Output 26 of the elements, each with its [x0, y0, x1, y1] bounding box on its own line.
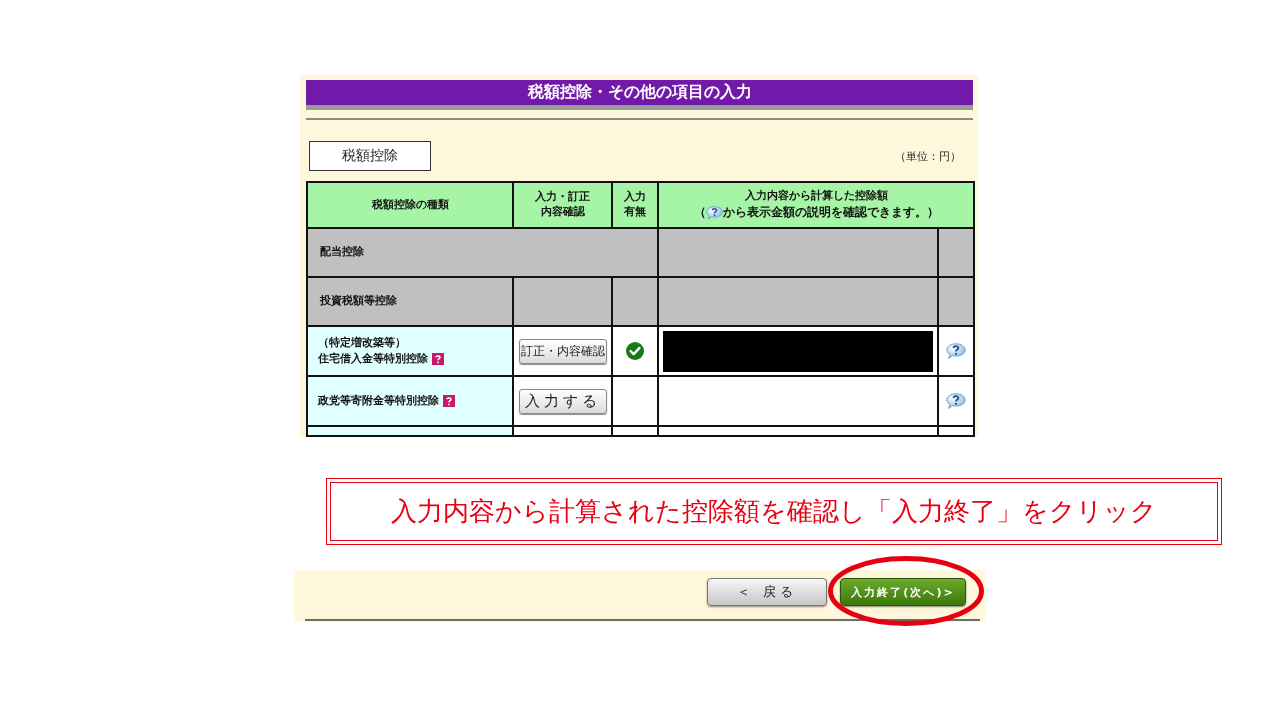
- column-header: 入力内容から計算した控除額: [744, 189, 888, 205]
- column-header-note: （: [693, 204, 706, 221]
- deduction-name: 政党等寄附金等特別控除: [318, 392, 439, 409]
- back-button[interactable]: ＜ 戻る: [707, 578, 827, 606]
- help-bubble-icon[interactable]: [705, 205, 723, 220]
- deduction-name: 住宅借入金等特別控除: [318, 351, 428, 367]
- deduction-name: （特定増改築等）: [318, 334, 406, 351]
- column-header: 入力: [624, 190, 646, 205]
- column-header: 内容確認: [540, 205, 585, 220]
- help-icon[interactable]: [432, 353, 444, 366]
- column-header: 入力・訂正: [535, 190, 590, 205]
- deduction-name: 配当控除: [320, 244, 364, 261]
- section-label: 税額控除: [309, 141, 431, 171]
- row-action-button[interactable]: 訂正・内容確認: [518, 338, 607, 364]
- column-header: 税額控除の種類: [371, 197, 449, 213]
- unit-note: （単位：円）: [895, 148, 961, 164]
- instruction-callout: 入力内容から計算された控除額を確認し「入力終了」をクリック: [326, 478, 1222, 545]
- help-bubble-icon[interactable]: [946, 393, 966, 409]
- help-bubble-icon[interactable]: [946, 343, 966, 359]
- deduction-name: 投資税額等控除: [320, 293, 397, 310]
- row-action-button[interactable]: 入力する: [518, 388, 607, 414]
- page-title: 税額控除・その他の項目の入力: [306, 80, 973, 111]
- next-button[interactable]: 入力終了(次へ)>: [840, 578, 966, 606]
- column-header-note: から表示金額の説明を確認できます。）: [722, 204, 939, 221]
- help-icon[interactable]: [443, 395, 455, 407]
- column-header: 有無: [624, 205, 646, 220]
